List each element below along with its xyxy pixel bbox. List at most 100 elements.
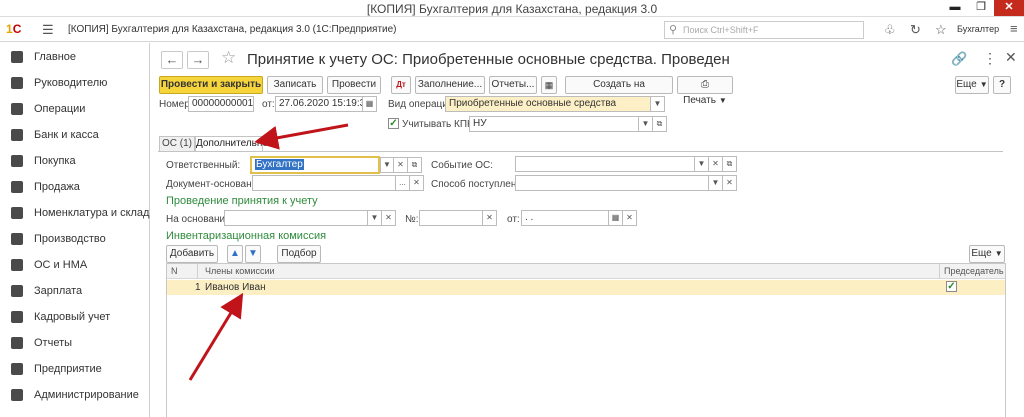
chevron-down-icon[interactable]: ▼ <box>639 116 653 132</box>
column-header-n[interactable]: N <box>171 266 178 276</box>
sidebar-item-operations[interactable]: Операции <box>0 97 150 123</box>
operation-type-field[interactable]: Приобретенные основные средства <box>445 96 651 112</box>
bag-icon <box>11 181 23 193</box>
select-members-button[interactable]: Подбор <box>277 245 321 263</box>
kpn-field[interactable]: НУ <box>469 116 639 132</box>
history-icon[interactable]: ↻ <box>910 22 921 38</box>
gear-icon <box>11 389 23 401</box>
clear-icon[interactable]: ✕ <box>723 175 737 191</box>
factory-icon <box>11 233 23 245</box>
responsible-field[interactable]: Бухгалтер <box>250 156 380 174</box>
clear-icon[interactable]: ✕ <box>382 210 396 226</box>
post-button[interactable]: Провести <box>327 76 381 94</box>
save-button[interactable]: Записать <box>267 76 323 94</box>
chevron-down-icon[interactable]: ▼ <box>709 175 723 191</box>
fill-button[interactable]: Заполнение... <box>415 76 485 94</box>
building-icon <box>11 363 23 375</box>
create-based-on-button[interactable]: Создать на основании▼ <box>565 76 673 106</box>
sidebar-item-label: Покупка <box>34 155 76 167</box>
sidebar-item-enterprise[interactable]: Предприятие <box>0 357 150 383</box>
clear-icon[interactable]: ✕ <box>410 175 424 191</box>
number-field[interactable]: 00000000001 <box>188 96 254 112</box>
sidebar-item-main[interactable]: Главное <box>0 45 150 71</box>
table-more-button[interactable]: Еще ▼ <box>969 245 1005 263</box>
print-button[interactable]: ⎙ Печать ▼ <box>677 76 733 106</box>
sidebar-item-salary[interactable]: Зарплата <box>0 279 150 305</box>
cell-member[interactable]: Иванов Иван <box>205 282 266 293</box>
select-ellipsis-icon[interactable]: ... <box>396 175 410 191</box>
sidebar-item-nomenclature[interactable]: Номенклатура и склад <box>0 201 150 227</box>
sidebar-item-label: Производство <box>34 233 106 245</box>
maximize-button[interactable]: ❐ <box>968 0 994 16</box>
tab-additional[interactable]: Дополнительно <box>195 136 268 152</box>
column-header-members[interactable]: Члены комиссии <box>205 266 275 276</box>
commission-table: N Члены комиссии Председатель 1 Иванов И… <box>166 263 1006 417</box>
clear-icon[interactable]: ✕ <box>709 156 723 172</box>
sidebar-item-purchase[interactable]: Покупка <box>0 149 150 175</box>
kpn-checkbox[interactable]: ✓ <box>388 118 399 129</box>
sidebar-item-admin[interactable]: Администрирование <box>0 383 150 409</box>
bell-icon[interactable]: ♧ <box>884 22 896 38</box>
date-field[interactable]: 27.06.2020 15:19:33 <box>275 96 363 112</box>
movements-icon[interactable]: Дт <box>391 76 411 94</box>
minimize-button[interactable]: ▬ <box>942 0 968 16</box>
add-member-button[interactable]: Добавить <box>166 245 218 263</box>
chevron-down-icon[interactable]: ▼ <box>695 156 709 172</box>
clear-icon[interactable]: ✕ <box>394 157 408 173</box>
sidebar-item-label: Администрирование <box>34 389 139 401</box>
close-window-button[interactable]: ✕ <box>994 0 1024 16</box>
move-down-icon[interactable]: ▼ <box>245 245 261 263</box>
favorite-star-icon[interactable]: ☆ <box>221 48 236 68</box>
search-input[interactable]: ⚲ Поиск Ctrl+Shift+F <box>664 21 864 39</box>
forward-button[interactable]: → <box>187 51 209 69</box>
post-and-close-button[interactable]: Провести и закрыть <box>159 76 263 94</box>
table-row[interactable]: 1 Иванов Иван ✓ <box>167 280 1005 295</box>
doc-date-field[interactable]: . . <box>521 210 609 226</box>
open-icon[interactable]: ⧉ <box>653 116 667 132</box>
chevron-down-icon[interactable]: ▼ <box>380 157 394 173</box>
doc-number-label: №: <box>405 214 419 225</box>
sidebar-item-manager[interactable]: Руководителю <box>0 71 150 97</box>
current-user[interactable]: Бухгалтер <box>957 24 999 34</box>
base-document-label: Документ-основание: <box>166 179 266 190</box>
user-menu-icon[interactable]: ≡ <box>1010 21 1018 36</box>
move-up-icon[interactable]: ▲ <box>227 245 243 263</box>
based-on-field[interactable] <box>224 210 368 226</box>
link-icon[interactable]: 🔗 <box>951 51 967 67</box>
sidebar-item-fixed-assets[interactable]: ОС и НМА <box>0 253 150 279</box>
sidebar-item-bank[interactable]: Банк и касса <box>0 123 150 149</box>
open-icon[interactable]: ⧉ <box>723 156 737 172</box>
main-menu-icon[interactable]: ☰ <box>42 22 54 38</box>
calendar-icon[interactable]: ▦ <box>609 210 623 226</box>
tab-fixed-assets[interactable]: ОС (1) <box>159 136 195 152</box>
reports-button[interactable]: Отчеты... <box>489 76 537 94</box>
receipt-method-field[interactable] <box>515 175 709 191</box>
window-title-bar: [КОПИЯ] Бухгалтерия для Казахстана, реда… <box>0 0 1024 17</box>
sidebar-item-sales[interactable]: Продажа <box>0 175 150 201</box>
open-icon[interactable]: ⧉ <box>408 157 422 173</box>
doc-number-field[interactable] <box>419 210 483 226</box>
column-header-chairman[interactable]: Председатель <box>944 266 1004 276</box>
help-button[interactable]: ? <box>993 76 1011 94</box>
operations-icon <box>11 103 23 115</box>
clear-icon[interactable]: ✕ <box>623 210 637 226</box>
close-icon[interactable]: ✕ <box>1005 49 1017 66</box>
sidebar-item-label: Банк и касса <box>34 129 99 141</box>
chevron-down-icon[interactable]: ▼ <box>651 96 665 112</box>
more-actions-icon[interactable]: ⋮ <box>983 50 997 67</box>
calendar-icon[interactable]: ▦ <box>363 96 377 112</box>
cart-icon <box>11 155 23 167</box>
sidebar-item-hr[interactable]: Кадровый учет <box>0 305 150 331</box>
favorites-star-icon[interactable]: ☆ <box>935 22 947 38</box>
clear-icon[interactable]: ✕ <box>483 210 497 226</box>
chairman-checkbox[interactable]: ✓ <box>946 281 957 292</box>
sidebar-item-reports[interactable]: Отчеты <box>0 331 150 357</box>
structure-icon[interactable]: ▦ <box>541 76 557 94</box>
back-button[interactable]: ← <box>161 51 183 69</box>
more-button[interactable]: Еще ▼ <box>955 76 989 94</box>
base-document-field[interactable] <box>252 175 396 191</box>
sidebar-item-production[interactable]: Производство <box>0 227 150 253</box>
chevron-down-icon[interactable]: ▼ <box>368 210 382 226</box>
event-field[interactable] <box>515 156 695 172</box>
sidebar-item-label: Продажа <box>34 181 80 193</box>
